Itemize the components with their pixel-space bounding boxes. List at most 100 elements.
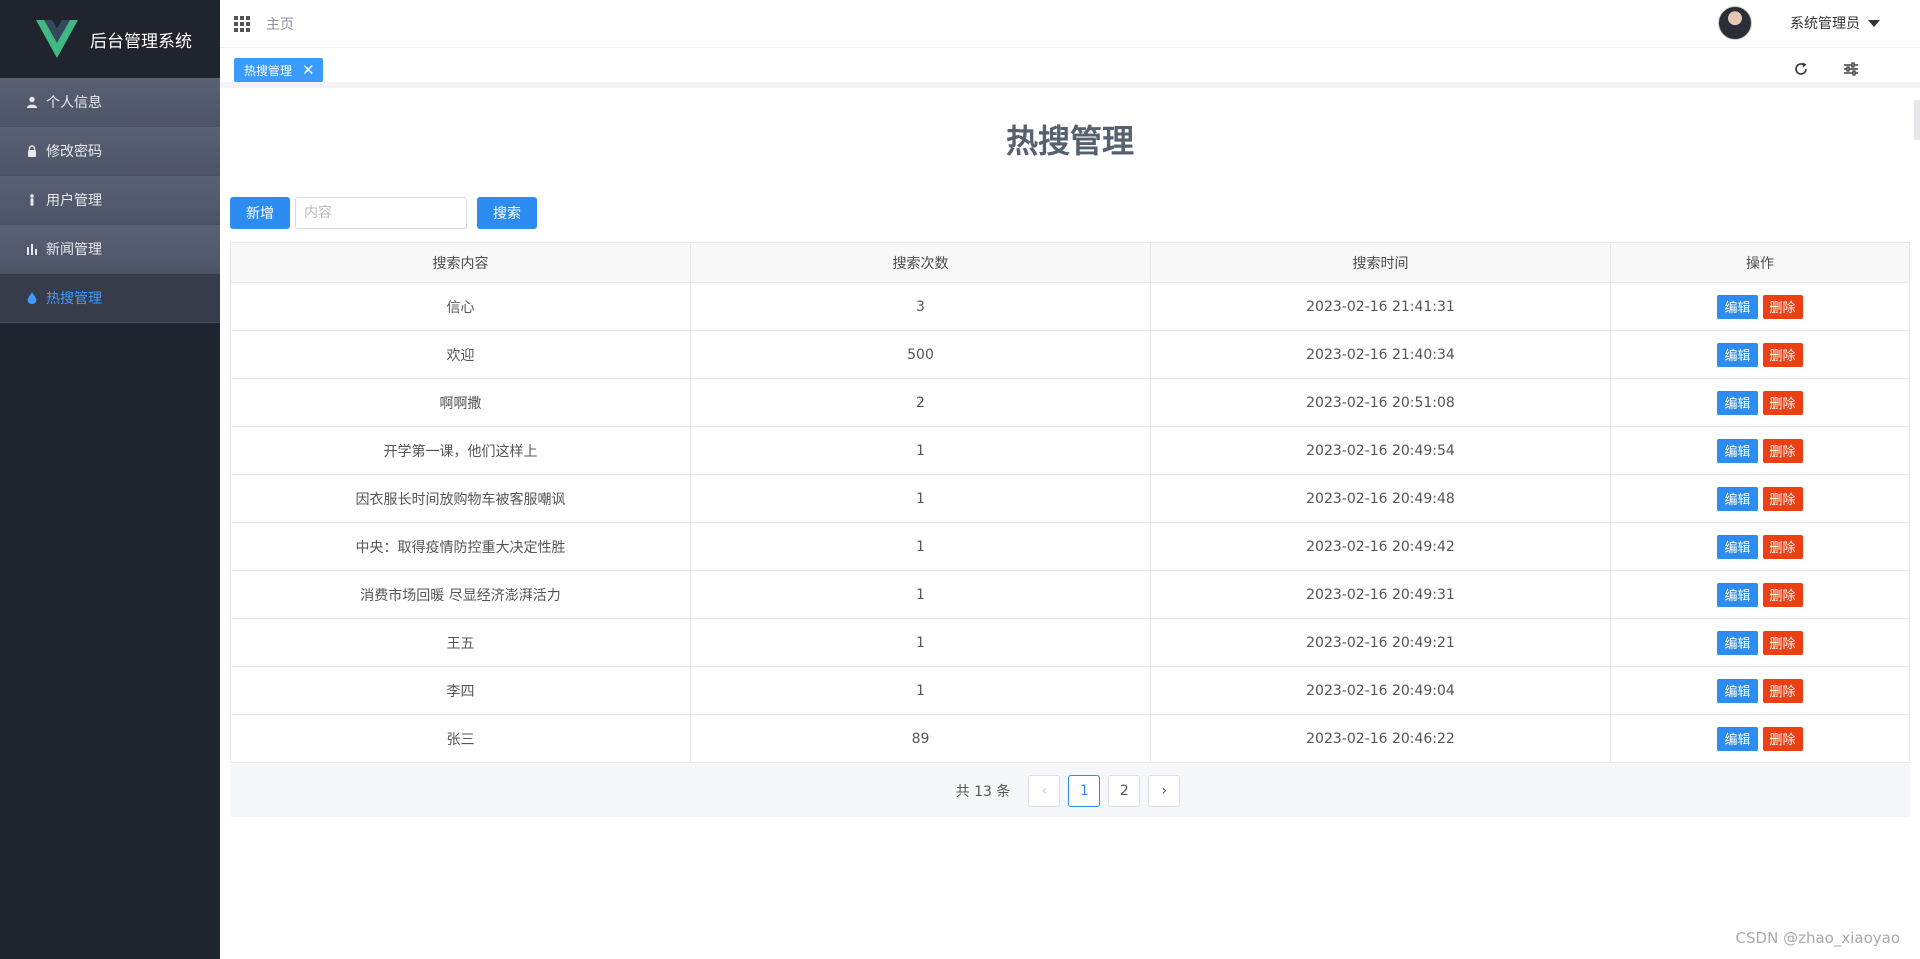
breadcrumb[interactable]: 主页 <box>266 14 294 34</box>
delete-button[interactable]: 删除 <box>1762 534 1803 559</box>
toolbar: 新增 搜索 <box>230 197 537 229</box>
cell-content: 消费市场回暖 尽显经济澎湃活力 <box>230 570 691 619</box>
edit-button[interactable]: 编辑 <box>1717 438 1758 463</box>
delete-button[interactable]: 删除 <box>1762 342 1803 367</box>
avatar[interactable] <box>1718 6 1752 40</box>
sidebar-menu: 个人信息 修改密码 用户管理 新闻管理 热搜管理 <box>0 78 220 323</box>
watermark: CSDN @zhao_xiaoyao <box>1735 929 1900 947</box>
cell-content: 开学第一课，他们这样上 <box>230 426 691 475</box>
prev-page-button[interactable]: ‹ <box>1028 774 1061 807</box>
row-actions: 编辑 删除 <box>1717 630 1803 655</box>
cell-count: 2 <box>690 378 1151 427</box>
sidebar-item-label: 热搜管理 <box>46 291 102 307</box>
row-actions: 编辑 删除 <box>1717 678 1803 703</box>
column-header[interactable]: 搜索时间 <box>1150 242 1611 283</box>
cell-count: 1 <box>690 618 1151 667</box>
page-1-button[interactable]: 1 <box>1068 774 1101 807</box>
table-row: 信心 3 2023-02-16 21:41:31 编辑 删除 <box>230 282 1910 331</box>
cell-count: 3 <box>690 282 1151 331</box>
delete-button[interactable]: 删除 <box>1762 438 1803 463</box>
column-header[interactable]: 搜索次数 <box>690 242 1151 283</box>
edit-button[interactable]: 编辑 <box>1717 678 1758 703</box>
header: 主页 系统管理员 <box>220 0 1920 48</box>
sidebar-item-profile[interactable]: 个人信息 <box>0 78 220 127</box>
edit-button[interactable]: 编辑 <box>1717 630 1758 655</box>
tag-label: 热搜管理 <box>244 63 293 78</box>
cell-count: 89 <box>690 714 1151 763</box>
sidebar-item-news[interactable]: 新闻管理 <box>0 225 220 274</box>
table-row: 消费市场回暖 尽显经济澎湃活力 1 2023-02-16 20:49:31 编辑 删除 <box>230 570 1910 619</box>
hot-search-table: 搜索内容 搜索次数 搜索时间 操作 信心 3 2023-02-16 21:41:31… <box>230 242 1910 763</box>
edit-button[interactable]: 编辑 <box>1717 294 1758 319</box>
cell-actions: 编辑 删除 <box>1610 282 1910 331</box>
total-count: 共 13 条 <box>955 783 1011 800</box>
cell-time: 2023-02-16 21:40:34 <box>1150 330 1611 379</box>
column-header[interactable]: 操作 <box>1610 242 1910 283</box>
cell-time: 2023-02-16 20:49:21 <box>1150 618 1611 667</box>
cell-content: 因衣服长时间放购物车被客服嘲讽 <box>230 474 691 523</box>
cell-actions: 编辑 删除 <box>1610 666 1910 715</box>
vue-logo-icon <box>36 20 78 58</box>
cell-content: 信心 <box>230 282 691 331</box>
table-row: 因衣服长时间放购物车被客服嘲讽 1 2023-02-16 20:49:48 编辑 删除 <box>230 474 1910 523</box>
sidebar-item-password[interactable]: 修改密码 <box>0 127 220 176</box>
cell-count: 1 <box>690 522 1151 571</box>
tag-hot-search[interactable]: 热搜管理 ✕ <box>234 58 323 82</box>
next-page-button[interactable]: › <box>1148 774 1181 807</box>
delete-button[interactable]: 删除 <box>1762 630 1803 655</box>
cell-content: 欢迎 <box>230 330 691 379</box>
table-row: 啊啊撒 2 2023-02-16 20:51:08 编辑 删除 <box>230 378 1910 427</box>
main-content: 热搜管理 新增 搜索 搜索内容 搜索次数 搜索时间 操作 信心32023-02-… <box>220 94 1920 959</box>
refresh-icon[interactable] <box>1792 60 1810 78</box>
edit-button[interactable]: 编辑 <box>1717 726 1758 751</box>
lock-icon <box>26 145 38 157</box>
user-manage-icon <box>26 194 38 206</box>
table-row: 王五 1 2023-02-16 20:49:21 编辑 删除 <box>230 618 1910 667</box>
delete-button[interactable]: 删除 <box>1762 486 1803 511</box>
edit-button[interactable]: 编辑 <box>1717 486 1758 511</box>
sidebar: 后台管理系统 个人信息 修改密码 用户管理 新闻管理 热搜管理 <box>0 0 220 959</box>
delete-button[interactable]: 删除 <box>1762 294 1803 319</box>
delete-button[interactable]: 删除 <box>1762 726 1803 751</box>
cell-count: 1 <box>690 474 1151 523</box>
search-input[interactable] <box>295 197 467 229</box>
edit-button[interactable]: 编辑 <box>1717 582 1758 607</box>
cell-count: 1 <box>690 666 1151 715</box>
caret-down-icon[interactable] <box>1868 19 1880 27</box>
search-button[interactable]: 搜索 <box>477 197 537 229</box>
column-header[interactable]: 搜索内容 <box>230 242 691 283</box>
settings-sliders-icon[interactable] <box>1842 60 1860 78</box>
page-2-button[interactable]: 2 <box>1108 774 1141 807</box>
edit-button[interactable]: 编辑 <box>1717 390 1758 415</box>
row-actions: 编辑 删除 <box>1717 438 1803 463</box>
row-actions: 编辑 删除 <box>1717 582 1803 607</box>
edit-button[interactable]: 编辑 <box>1717 342 1758 367</box>
sidebar-item-label: 个人信息 <box>46 95 102 111</box>
cell-actions: 编辑 删除 <box>1610 474 1910 523</box>
cell-count: 1 <box>690 570 1151 619</box>
delete-button[interactable]: 删除 <box>1762 390 1803 415</box>
username[interactable]: 系统管理员 <box>1790 13 1860 33</box>
pagination: 共 13 条 ‹ 1 2 › <box>230 764 1910 817</box>
app-grid-icon[interactable] <box>234 15 250 32</box>
table-body: 信心 3 2023-02-16 21:41:31 编辑 删除 欢迎 500 2023-02-1… <box>230 282 1910 763</box>
row-actions: 编辑 删除 <box>1717 342 1803 367</box>
close-icon[interactable]: ✕ <box>302 62 315 78</box>
add-button[interactable]: 新增 <box>230 197 290 229</box>
cell-actions: 编辑 删除 <box>1610 330 1910 379</box>
brand: 后台管理系统 <box>0 0 220 78</box>
cell-time: 2023-02-16 20:49:48 <box>1150 474 1611 523</box>
cell-count: 500 <box>690 330 1151 379</box>
edit-button[interactable]: 编辑 <box>1717 534 1758 559</box>
sidebar-item-hot-search[interactable]: 热搜管理 <box>0 274 220 323</box>
row-actions: 编辑 删除 <box>1717 534 1803 559</box>
sidebar-item-users[interactable]: 用户管理 <box>0 176 220 225</box>
cell-actions: 编辑 删除 <box>1610 618 1910 667</box>
row-actions: 编辑 删除 <box>1717 390 1803 415</box>
table-header-row: 搜索内容 搜索次数 搜索时间 操作 <box>230 242 1910 283</box>
user-menu[interactable]: 系统管理员 <box>1718 6 1880 40</box>
row-actions: 编辑 删除 <box>1717 486 1803 511</box>
delete-button[interactable]: 删除 <box>1762 582 1803 607</box>
delete-button[interactable]: 删除 <box>1762 678 1803 703</box>
row-actions: 编辑 删除 <box>1717 294 1803 319</box>
